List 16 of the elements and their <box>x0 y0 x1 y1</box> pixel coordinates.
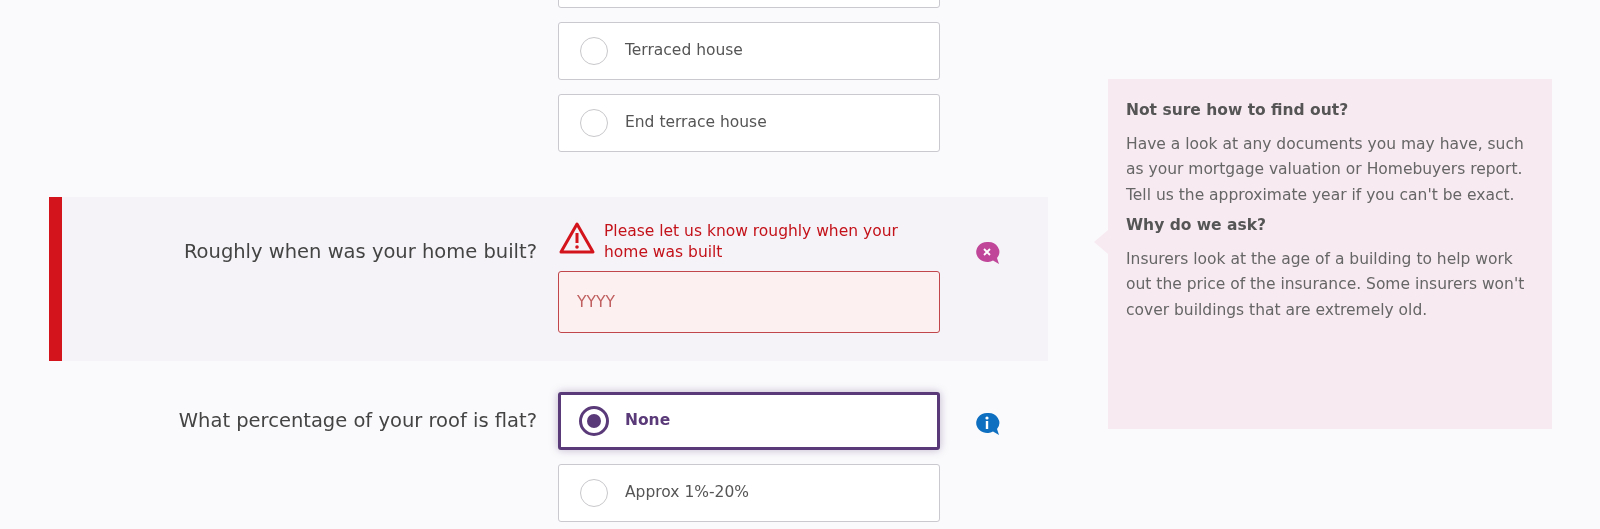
help-text: Insurers look at the age of a building to help work out the price of the insurance. Some insurers won't cover buildings that are extremely old. <box>1126 248 1526 321</box>
help-heading: Not sure how to find out? <box>1126 101 1350 120</box>
option-card[interactable]: None <box>558 392 940 450</box>
option-label: Terraced house <box>625 40 743 62</box>
option-card[interactable]: End terrace house <box>558 94 940 152</box>
option-label: None <box>625 410 671 432</box>
year-input-field[interactable]: YYYY <box>558 271 940 333</box>
option-card[interactable]: Terraced house <box>558 22 940 80</box>
help-text: Have a look at any documents you may have, such as your mortgage valuation or Homebuyers report. Tell us the approximate year if you can't be exact. <box>1126 133 1525 206</box>
option-card[interactable]: Approx 1%-20% <box>558 464 940 522</box>
error-message: Please let us know roughly when your home was built <box>604 221 899 263</box>
option-label: Approx 1%-20% <box>625 482 750 504</box>
help-heading: Why do we ask? <box>1126 216 1267 235</box>
question-label: What percentage of your roof is flat? <box>177 408 537 434</box>
option-label: End terrace house <box>625 112 767 134</box>
question-label: Roughly when was your home built? <box>182 239 537 265</box>
